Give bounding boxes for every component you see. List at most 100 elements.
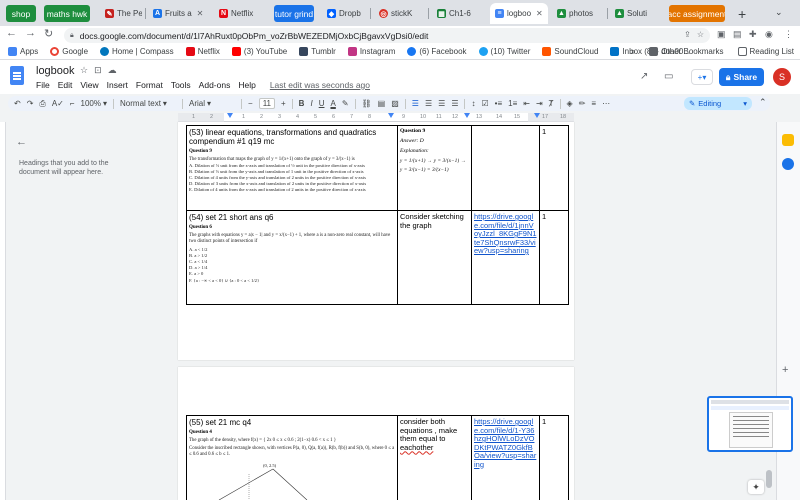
misspelled-word[interactable]: eachother — [400, 443, 433, 452]
menu-dots-icon[interactable]: ⋮ — [784, 29, 793, 40]
numbered-list-icon[interactable]: 1≡ — [508, 99, 517, 108]
increase-font-size-icon[interactable]: + — [281, 99, 286, 108]
link-icon[interactable]: ⛓ — [362, 99, 372, 108]
bookmark-compass[interactable]: Home | Compass — [100, 47, 174, 56]
bulleted-list-icon[interactable]: •≡ — [495, 99, 502, 108]
table-cell-question[interactable]: (53) linear equations, transformations a… — [186, 125, 398, 211]
window-thumbnail-preview[interactable] — [707, 396, 793, 452]
keep-icon[interactable] — [782, 134, 794, 146]
cloud-saved-icon[interactable]: ☁ — [108, 65, 117, 76]
align-right-icon[interactable]: ☰ — [438, 99, 445, 108]
drive-link[interactable]: https://drive.google.com/file/d/1-Y36hzg… — [474, 417, 536, 469]
drive-link[interactable]: https://drive.google.com/file/d/1jnnVoyJ… — [474, 212, 537, 255]
redo-icon[interactable]: ↷ — [27, 99, 34, 108]
bookmark-twitter[interactable]: (10) Twitter — [478, 47, 530, 56]
menu-format[interactable]: Format — [136, 80, 163, 90]
meet-button[interactable]: +▾ — [691, 69, 713, 85]
style-select[interactable]: Normal text ▾ — [120, 99, 176, 108]
avatar[interactable]: S — [773, 68, 791, 86]
tab-logbook-active[interactable]: ≡ logboo ✕ — [490, 3, 548, 24]
align-center-icon[interactable]: ☰ — [425, 99, 432, 108]
bold-icon[interactable]: B — [299, 99, 305, 108]
bookmark-youtube[interactable]: (3) YouTube — [231, 47, 287, 56]
spellcheck-icon[interactable]: A✓ — [52, 99, 64, 108]
tab-group-acc-assignment[interactable]: acc assignment — [669, 5, 725, 22]
tab-search-icon[interactable]: ⌄ — [775, 7, 783, 18]
bookmark-facebook[interactable]: (6) Facebook — [407, 47, 467, 56]
cell-fill-icon[interactable]: ◈ — [567, 99, 573, 108]
increase-indent-icon[interactable]: ⇥ — [536, 99, 543, 108]
bookmark-google[interactable]: Google — [50, 47, 88, 56]
table-cell-mark[interactable]: 1 — [539, 210, 569, 305]
bookmark-instagram[interactable]: Instagram — [347, 47, 395, 56]
table-cell-notes[interactable]: consider both equations , make them equa… — [397, 415, 472, 500]
back-arrow-icon[interactable]: ← — [6, 27, 17, 39]
table-cell-notes[interactable]: Consider sketching the graph — [397, 210, 472, 305]
table-cell-question[interactable]: (55) set 21 mc q4 Question 4 The graph o… — [186, 415, 398, 500]
document-page[interactable]: (53) linear equations, transformations a… — [178, 122, 574, 360]
move-folder-icon[interactable]: ⊡ — [94, 65, 102, 76]
table-cell-link[interactable]: https://drive.google.com/file/d/1-Y36hzg… — [471, 415, 540, 500]
table-cell-mark[interactable]: 1 — [539, 415, 569, 500]
star-icon[interactable]: ☆ — [80, 65, 88, 76]
menu-tools[interactable]: Tools — [171, 80, 191, 90]
reload-icon[interactable]: ↻ — [44, 27, 53, 40]
decrease-indent-icon[interactable]: ⇤ — [523, 99, 530, 108]
vertical-ruler[interactable] — [0, 122, 6, 500]
column-marker[interactable] — [388, 113, 394, 118]
border-dash-icon[interactable]: ⋯ — [602, 99, 610, 108]
document-page[interactable]: (55) set 21 mc q4 Question 4 The graph o… — [178, 367, 574, 500]
line-spacing-icon[interactable]: ↕ — [471, 99, 475, 108]
tab-netflix[interactable]: N Netflix — [214, 5, 268, 22]
chevron-up-icon[interactable]: ⌃ — [759, 97, 767, 108]
activity-trend-icon[interactable]: ↗ — [640, 71, 648, 82]
menu-view[interactable]: View — [80, 80, 98, 90]
menu-file[interactable]: File — [36, 80, 50, 90]
table-cell-link[interactable] — [471, 125, 540, 211]
left-indent-marker[interactable] — [227, 113, 233, 118]
undo-icon[interactable]: ↶ — [14, 99, 21, 108]
italic-icon[interactable]: I — [310, 99, 312, 108]
extension-icon[interactable]: ▤ — [733, 29, 742, 40]
tab-fruits[interactable]: A Fruits a ✕ — [148, 5, 210, 22]
table-cell-notes[interactable]: Question 9 Answer: D Explanation: y = 1/… — [397, 125, 472, 211]
tab-group-tutor-grind[interactable]: tutor grind — [274, 5, 314, 22]
column-marker[interactable] — [464, 113, 470, 118]
tab-stickk[interactable]: ◎ stickK — [374, 5, 424, 22]
docs-logo-icon[interactable] — [10, 66, 24, 85]
text-color-icon[interactable]: A — [330, 99, 335, 108]
tab-ch1-6[interactable]: ▦ Ch1-6 — [432, 5, 486, 22]
tab-group-maths-hwk[interactable]: maths hwk — [44, 5, 90, 22]
close-icon[interactable]: ✕ — [536, 9, 543, 18]
address-bar[interactable]: 🔒︎ docs.google.com/document/d/1l7AhRuxt0… — [64, 28, 710, 43]
print-icon[interactable]: ⎙ — [39, 99, 45, 109]
right-indent-marker[interactable] — [534, 113, 540, 118]
font-select[interactable]: Arial ▾ — [189, 99, 235, 108]
checklist-icon[interactable]: ☑ — [481, 99, 488, 108]
editing-mode-select[interactable]: ✎ Editing ▾ — [684, 97, 752, 110]
add-ons-plus-icon[interactable]: + — [782, 364, 788, 376]
menu-add-ons[interactable]: Add-ons — [199, 80, 231, 90]
paint-format-icon[interactable]: ⌐ — [70, 99, 75, 108]
document-title[interactable]: logbook — [36, 65, 75, 77]
explore-button[interactable]: ✦ — [748, 480, 764, 494]
extension-icon[interactable]: ▣ — [717, 29, 726, 40]
bookmark-soundcloud[interactable]: SoundCloud — [542, 47, 598, 56]
close-outline-arrow-icon[interactable]: ← — [16, 136, 27, 148]
align-left-icon[interactable]: ☰ — [412, 99, 419, 108]
share-icon[interactable]: ⇪ — [684, 30, 691, 39]
align-justify-icon[interactable]: ☰ — [451, 99, 458, 108]
scrollbar-thumb[interactable] — [766, 470, 772, 488]
tab-group-shop[interactable]: shop — [6, 5, 36, 22]
menu-help[interactable]: Help — [238, 80, 255, 90]
reading-list-button[interactable]: Reading List — [737, 47, 794, 56]
bookmark-tumblr[interactable]: Tumblr — [299, 47, 336, 56]
forward-arrow-icon[interactable]: → — [25, 27, 36, 39]
table-cell-question[interactable]: (54) set 21 short ans q6 Question 6 The … — [186, 210, 398, 305]
comment-icon[interactable]: ▤ — [378, 99, 386, 108]
border-width-icon[interactable]: ≡ — [591, 99, 596, 108]
highlight-icon[interactable]: ✎ — [342, 99, 349, 108]
last-edit-link[interactable]: Last edit was seconds ago — [270, 80, 370, 90]
table-cell-link[interactable]: https://drive.google.com/file/d/1jnnVoyJ… — [471, 210, 540, 305]
border-color-icon[interactable]: ✏ — [579, 99, 586, 108]
